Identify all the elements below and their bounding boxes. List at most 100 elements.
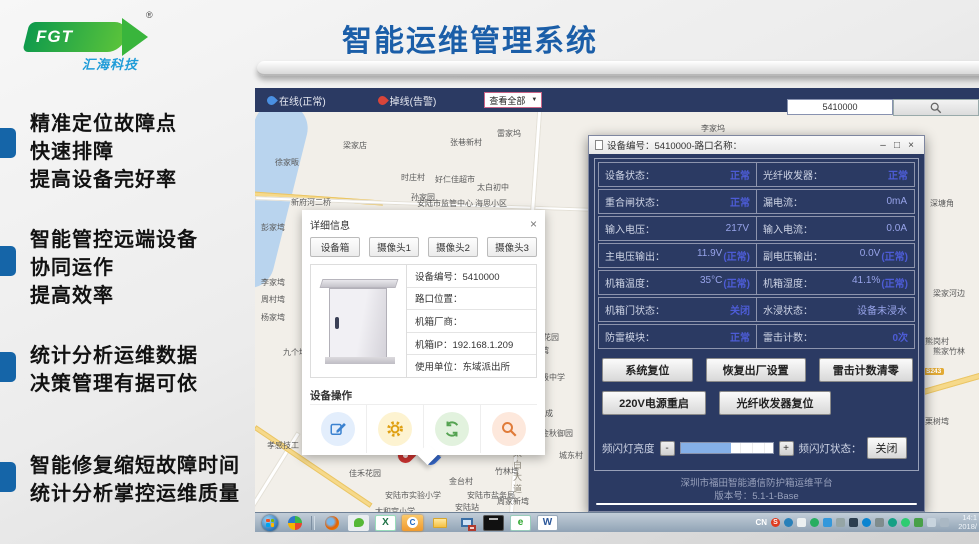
status-label: 主电压输出： [605, 248, 665, 263]
taskbar-wechat-icon[interactable] [348, 515, 369, 531]
fiber-transceiver-reset-button[interactable]: 光纤收发器复位 [719, 391, 831, 415]
tray-icon[interactable] [797, 518, 806, 527]
close-button[interactable]: × [904, 140, 918, 151]
status-label: 水浸状态： [763, 302, 813, 317]
taskbar-browser-icon[interactable]: e [510, 515, 531, 531]
map-label: 李家塆 [261, 277, 285, 288]
status-label: 机箱门状态： [605, 302, 665, 317]
excel-glyph: X [382, 517, 389, 528]
shelf-graphic [257, 61, 979, 76]
tray-icon[interactable] [810, 518, 819, 527]
tray-network-icon[interactable] [927, 518, 936, 527]
view-filter-dropdown[interactable]: 查看全部 ▼ [484, 92, 542, 108]
taskbar: X C e W CN S 14:1 2018/ [255, 512, 979, 532]
taskbar-remote-desktop-icon[interactable] [456, 515, 477, 531]
taskbar-grip[interactable] [311, 516, 315, 530]
status-label: 副电压输出： [763, 248, 823, 263]
status-value: 11.9V [697, 248, 722, 263]
tray-icon[interactable] [836, 518, 845, 527]
brightness-minus-button[interactable]: - [660, 441, 675, 456]
tab-camera-3[interactable]: 摄像头3 [487, 237, 537, 257]
search-input[interactable] [787, 99, 893, 115]
edit-button[interactable] [310, 405, 366, 453]
bullet-line: 提高效率 [30, 282, 198, 310]
device-status-content: 设备状态：正常 光纤收发器：正常 重合闸状态：正常 漏电流：0mA 输入电压：2… [594, 158, 919, 471]
bullet-line: 智能管控远端设备 [30, 226, 198, 254]
platform-version: 版本号：5.1-1-Base [589, 490, 924, 503]
system-reset-button[interactable]: 系统复位 [602, 358, 693, 382]
status-value: 正常 [888, 167, 908, 182]
minimize-button[interactable]: – [876, 140, 890, 151]
info-cabinet-ip: 机箱IP：192.168.1.209 [407, 333, 536, 356]
taskbar-excel-icon[interactable]: X [375, 515, 396, 531]
company-logo: FGT ® 汇海科技 [22, 8, 182, 70]
info-crossing-location: 路口位置： [407, 288, 536, 311]
tray-icon[interactable] [875, 518, 884, 527]
tray-icon[interactable] [823, 518, 832, 527]
status-value: 0次 [892, 329, 908, 344]
tab-camera-2[interactable]: 摄像头2 [428, 237, 478, 257]
tab-camera-1[interactable]: 摄像头1 [369, 237, 419, 257]
tray-bluetooth-icon[interactable] [862, 518, 871, 527]
detail-popup-title: 详细信息 [310, 217, 350, 232]
status-label: 重合闸状态： [605, 194, 665, 209]
bullet-line: 智能修复缩短故障时间 [30, 452, 240, 480]
platform-name: 深圳市福田智能通信防护箱运维平台 [589, 477, 924, 490]
detail-popup: 详细信息 × 设备箱 摄像头1 摄像头2 摄像头3 设备编号：5410000 [302, 210, 545, 455]
map-label: 杨家塆 [261, 312, 285, 323]
tray-update-icon[interactable] [914, 518, 923, 527]
magnifier-icon [500, 420, 518, 438]
status-value: (正常) [723, 248, 750, 263]
registered-mark: ® [146, 10, 153, 20]
search-button[interactable] [893, 99, 979, 116]
tray-icon[interactable] [849, 518, 858, 527]
brightness-slider[interactable] [680, 442, 774, 454]
map-label: 彭家塆 [261, 222, 285, 233]
close-icon[interactable]: × [530, 219, 537, 229]
tab-device-box[interactable]: 设备箱 [310, 237, 360, 257]
bullet-marker [0, 462, 16, 492]
bullet-line: 决策管理有据可依 [30, 370, 198, 398]
taskbar-explorer-icon[interactable] [429, 515, 450, 531]
tray-icon[interactable] [888, 518, 897, 527]
bullet-line: 协同运作 [30, 254, 198, 282]
horizontal-scrollbar[interactable] [596, 503, 917, 505]
start-button[interactable] [262, 515, 278, 531]
status-label: 设备状态： [605, 167, 655, 182]
taskbar-pinwheel-app-icon[interactable] [284, 515, 305, 531]
maximize-button[interactable]: □ [890, 140, 904, 151]
taskbar-clock[interactable]: 14:1 2018/ [953, 514, 977, 531]
map-label: 佳禾花园 [349, 468, 381, 479]
map-label: 梁家河边 [933, 288, 965, 299]
filter-selected-value: 查看全部 [489, 94, 525, 107]
language-indicator[interactable]: CN [755, 518, 767, 527]
tray-volume-icon[interactable] [940, 518, 949, 527]
tray-sogou-icon[interactable]: S [771, 518, 780, 527]
status-row: 主电压输出：11.9V(正常) 副电压输出：0.0V(正常) [598, 243, 915, 268]
power-restart-button[interactable]: 220V电源重启 [602, 391, 706, 415]
taskbar-cmd-icon[interactable] [483, 515, 504, 531]
lightning-counter-clear-button[interactable]: 雷击计数清零 [819, 358, 913, 382]
browser-glyph: e [518, 517, 524, 528]
status-row: 输入电压：217V 输入电流：0.0A [598, 216, 915, 241]
tray-icon[interactable] [784, 518, 793, 527]
map-label: 太白大道 [511, 448, 524, 496]
inspect-button[interactable] [480, 405, 537, 453]
taskbar-word-icon[interactable]: W [537, 515, 558, 531]
settings-button[interactable] [366, 405, 423, 453]
map-label: 徐家畈 [275, 157, 299, 168]
strobe-state-label: 频闪灯状态： [799, 441, 862, 456]
taskbar-active-app-icon[interactable]: C [402, 515, 423, 531]
bullet-block-2: 智能管控远端设备 协同运作 提高效率 [0, 226, 198, 310]
factory-reset-button[interactable]: 恢复出厂设置 [706, 358, 806, 382]
refresh-button[interactable] [423, 405, 480, 453]
taskbar-firefox-icon[interactable] [321, 515, 342, 531]
refresh-icon [443, 420, 461, 438]
bullet-marker [0, 246, 16, 276]
map-label: 安陆市监管中心 [417, 198, 473, 209]
tray-shield-icon[interactable] [901, 518, 910, 527]
brightness-plus-button[interactable]: + [779, 441, 794, 456]
strobe-toggle-button[interactable]: 关闭 [867, 437, 907, 459]
map-label: 周村塆 [261, 294, 285, 305]
slide: FGT ® 汇海科技 智能运维管理系统 精准定位故障点 快速排障 提高设备完好率… [0, 0, 979, 544]
